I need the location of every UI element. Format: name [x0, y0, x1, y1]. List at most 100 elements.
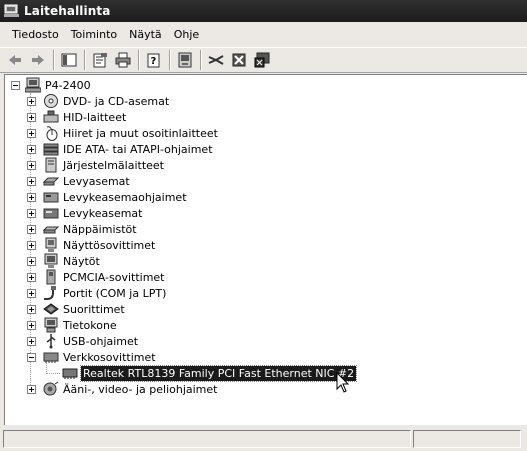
floppy-controller-icon: [43, 192, 59, 203]
help-icon: ?: [147, 53, 160, 68]
tree-item-drives[interactable]: Levyasemat: [61, 174, 132, 189]
device-tree[interactable]: P4-2400 DVD- ja CD-asemat HID-laitteet H…: [4, 74, 527, 425]
status-bar: [0, 427, 527, 451]
uninstall-button[interactable]: [228, 49, 250, 71]
expand-toggle[interactable]: [27, 177, 36, 186]
network-card-icon: [62, 368, 78, 379]
keyboard-icon: [43, 226, 59, 234]
window-title: Laitehallinta: [24, 4, 111, 18]
tree-item-realtek-nic[interactable]: Realtek RTL8139 Family PCI Fast Ethernet…: [79, 365, 358, 382]
tree-item-dvd-cd[interactable]: DVD- ja CD-asemat: [61, 94, 171, 109]
forward-button[interactable]: [27, 49, 49, 71]
expand-toggle[interactable]: [27, 241, 36, 250]
pcmcia-icon: [46, 269, 56, 285]
expand-toggle[interactable]: [27, 161, 36, 170]
title-bar[interactable]: Laitehallinta: [0, 0, 527, 22]
menu-help[interactable]: Ohje: [168, 28, 205, 41]
expand-toggle[interactable]: [27, 337, 36, 346]
tree-item-ide[interactable]: IDE ATA- tai ATAPI-ohjaimet: [61, 142, 215, 157]
update-driver-icon: [208, 55, 224, 65]
expand-toggle[interactable]: [27, 97, 36, 106]
menu-view[interactable]: Näytä: [123, 28, 168, 41]
expand-toggle[interactable]: [27, 385, 36, 394]
help-button[interactable]: ?: [143, 49, 165, 71]
show-hide-tree-icon: [61, 53, 77, 67]
display-adapter-icon: [45, 237, 57, 252]
expand-toggle[interactable]: [27, 129, 36, 138]
computer-icon: [25, 77, 41, 93]
tree-item-pcmcia[interactable]: PCMCIA-sovittimet: [61, 270, 167, 285]
tree-item-floppy-controllers[interactable]: Levykeasemaohjaimet: [61, 190, 189, 205]
tree-item-ports[interactable]: Portit (COM ja LPT): [61, 286, 168, 301]
expand-toggle[interactable]: [27, 273, 36, 282]
menu-file[interactable]: Tiedosto: [6, 28, 65, 41]
tree-item-system-devices[interactable]: Järjestelmälaitteet: [61, 158, 166, 173]
tree-item-processors[interactable]: Suorittimet: [61, 302, 127, 317]
monitor-icon: [44, 253, 58, 268]
disk-drive-icon: [43, 208, 59, 219]
tree-line: [46, 373, 60, 374]
tree-item-monitors[interactable]: Näytöt: [61, 254, 102, 269]
expand-toggle[interactable]: [27, 193, 36, 202]
toolbar-separator: [84, 50, 86, 70]
expand-toggle[interactable]: [27, 257, 36, 266]
device-manager-icon: [4, 4, 19, 17]
ide-controller-icon: [43, 143, 59, 156]
processor-icon: [43, 303, 59, 315]
expand-toggle[interactable]: [27, 225, 36, 234]
toolbar: ?: [0, 47, 527, 73]
tree-item-network-adapters[interactable]: Verkkosovittimet: [61, 350, 158, 365]
back-button[interactable]: [4, 49, 26, 71]
status-pane-main: [3, 430, 411, 448]
tree-item-keyboards[interactable]: Näppäimistöt: [61, 222, 139, 237]
tree-item-computer[interactable]: Tietokone: [61, 318, 119, 333]
cd-drive-icon: [44, 94, 58, 108]
expand-toggle[interactable]: [27, 321, 36, 330]
toolbar-separator: [138, 50, 140, 70]
tree-item-hid[interactable]: HID-laitteet: [61, 110, 128, 125]
back-icon: [9, 55, 21, 65]
sound-icon: [43, 381, 59, 396]
status-pane-secondary: [413, 430, 521, 448]
expand-toggle[interactable]: [27, 145, 36, 154]
toolbar-separator: [200, 50, 202, 70]
expand-toggle[interactable]: [27, 209, 36, 218]
scan-hardware-button[interactable]: [174, 49, 196, 71]
forward-icon: [32, 55, 44, 65]
scan-hardware-icon: [178, 52, 192, 68]
print-icon: [115, 52, 131, 68]
toolbar-separator: [169, 50, 171, 70]
tree-item-display-adapters[interactable]: Näyttösovittimet: [61, 238, 157, 253]
update-driver-button[interactable]: [205, 49, 227, 71]
computer-icon: [44, 317, 58, 333]
menu-action[interactable]: Toiminto: [65, 28, 123, 41]
mouse-cursor-icon: [336, 372, 350, 393]
usb-icon: [46, 334, 56, 349]
port-icon: [44, 286, 56, 300]
disable-icon: [254, 52, 270, 68]
tree-item-usb[interactable]: USB-ohjaimet: [61, 334, 140, 349]
properties-button[interactable]: [89, 49, 111, 71]
network-adapter-icon: [43, 352, 59, 363]
print-button[interactable]: [112, 49, 134, 71]
toolbar-separator: [53, 50, 55, 70]
expand-toggle[interactable]: [27, 305, 36, 314]
collapse-toggle[interactable]: [27, 353, 36, 362]
expand-toggle[interactable]: [11, 81, 20, 90]
svg-text:?: ?: [151, 56, 157, 67]
expand-toggle[interactable]: [27, 289, 36, 298]
system-device-icon: [45, 157, 57, 173]
tree-item-sound-video[interactable]: Ääni-, video- ja peliohjaimet: [61, 382, 219, 397]
tree-item-mice[interactable]: Hiiret ja muut osoitinlaitteet: [61, 126, 220, 141]
tree-root-label[interactable]: P4-2400: [43, 78, 93, 93]
mouse-icon: [46, 126, 58, 141]
expand-toggle[interactable]: [27, 113, 36, 122]
show-hide-tree-button[interactable]: [58, 49, 80, 71]
tree-item-floppy-drives[interactable]: Levykeasemat: [61, 206, 144, 221]
disable-button[interactable]: [251, 49, 273, 71]
floppy-drive-icon: [43, 177, 59, 186]
menu-bar: Tiedosto Toiminto Näytä Ohje: [0, 24, 527, 44]
uninstall-icon: [232, 53, 246, 67]
hid-icon: [43, 110, 59, 123]
properties-icon: [93, 53, 107, 68]
